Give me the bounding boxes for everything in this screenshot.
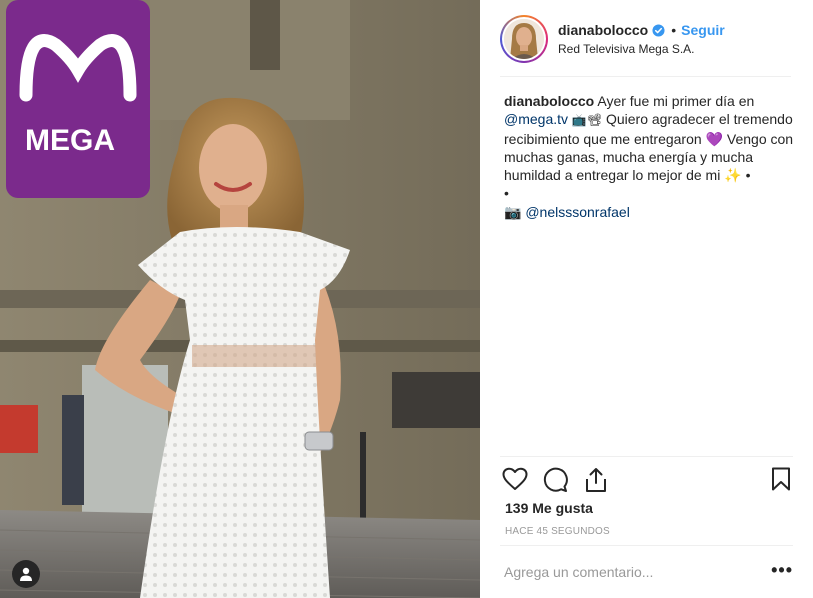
header-separator: • xyxy=(671,22,677,38)
post-image: MEGA xyxy=(0,0,480,598)
comment-bar: ••• xyxy=(500,545,793,598)
user-icon xyxy=(20,567,32,581)
post-side-panel: dianabolocco • Seguir Red Televisiva Meg… xyxy=(480,0,813,598)
sign-text: MEGA xyxy=(25,124,115,157)
share-icon[interactable] xyxy=(584,467,608,498)
tv-camera-emoji: 📺📽 xyxy=(571,113,603,128)
post-photo[interactable]: MEGA xyxy=(0,0,480,598)
caption-text: Ayer fue mi primer día en xyxy=(597,93,755,109)
header-username[interactable]: dianabolocco xyxy=(558,22,648,38)
follow-button[interactable]: Seguir xyxy=(681,22,725,38)
heart-icon[interactable] xyxy=(502,467,528,496)
comment-icon[interactable] xyxy=(542,467,568,498)
bookmark-icon[interactable] xyxy=(771,467,791,496)
camera-emoji: 📷 xyxy=(504,203,522,220)
avatar-image xyxy=(504,19,544,59)
action-bar xyxy=(500,456,793,500)
verified-badge-icon xyxy=(652,23,665,37)
post-caption: dianabolocco Ayer fue mi primer día en @… xyxy=(504,92,796,221)
avatar[interactable] xyxy=(500,15,548,63)
purple-heart-emoji: 💜 xyxy=(705,130,723,147)
comment-input[interactable] xyxy=(504,564,744,580)
post-header: dianabolocco • Seguir Red Televisiva Meg… xyxy=(500,15,791,77)
caption-mention[interactable]: @mega.tv xyxy=(504,111,568,127)
post-timestamp[interactable]: HACE 45 SEGUNDOS xyxy=(505,526,610,537)
more-options-icon[interactable]: ••• xyxy=(771,560,793,581)
caption-username[interactable]: dianabolocco xyxy=(504,93,594,109)
likes-count[interactable]: 139 Me gusta xyxy=(505,500,593,516)
photographer-mention[interactable]: @nelsssonrafael xyxy=(525,204,630,220)
location-link[interactable]: Red Televisiva Mega S.A. xyxy=(558,42,695,56)
tagged-users-button[interactable] xyxy=(12,560,40,588)
caption-bullet: • xyxy=(504,185,509,202)
sparkles-emoji: ✨ xyxy=(724,167,742,184)
caption-bullet: • xyxy=(745,167,751,184)
